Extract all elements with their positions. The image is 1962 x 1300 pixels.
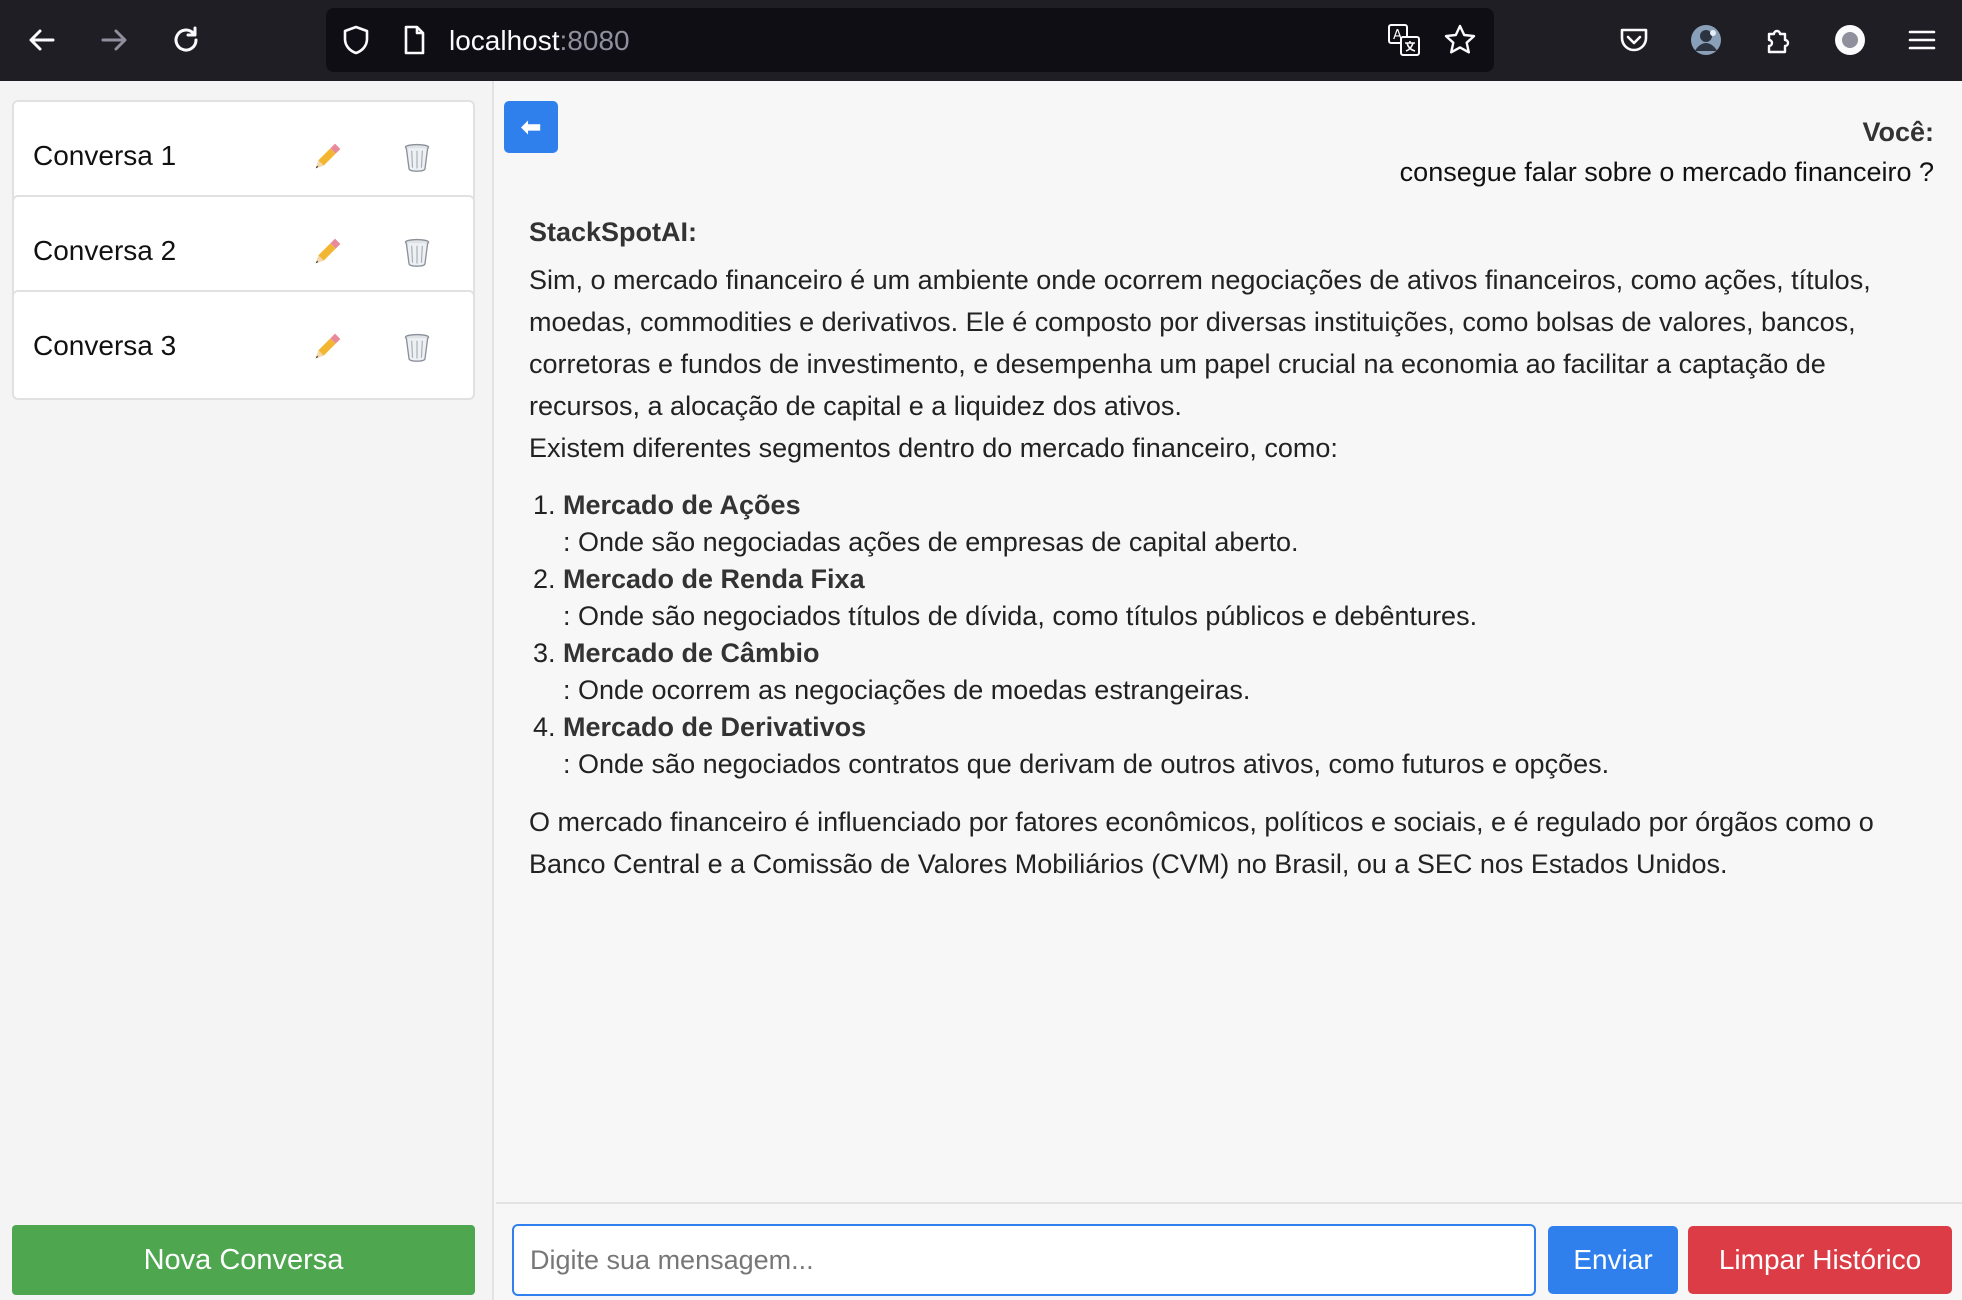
- edit-conversation-button[interactable]: [306, 326, 348, 368]
- trash-icon: [404, 333, 430, 362]
- conversation-item[interactable]: Conversa 1: [12, 100, 475, 210]
- star-icon[interactable]: [1442, 22, 1478, 58]
- segment-desc: : Onde são negociados contratos que deri…: [563, 749, 1610, 779]
- delete-conversation-button[interactable]: [396, 231, 438, 273]
- pocket-button[interactable]: [1616, 20, 1652, 60]
- conversation-label: Conversa 3: [33, 330, 177, 361]
- segment-term: Mercado de Ações: [563, 490, 801, 520]
- menu-button[interactable]: [1904, 20, 1940, 60]
- conversation-label: Conversa 1: [33, 140, 177, 171]
- arrow-left-icon: ⬅: [520, 113, 542, 141]
- user-label: Você:: [1862, 117, 1934, 147]
- back-button[interactable]: ⬅: [504, 101, 558, 153]
- segment-term: Mercado de Renda Fixa: [563, 564, 865, 594]
- url-port: :8080: [559, 25, 630, 56]
- profile-button[interactable]: [1688, 20, 1724, 60]
- delete-conversation-button[interactable]: [396, 136, 438, 178]
- page-icon[interactable]: [398, 24, 430, 56]
- avatar: [1691, 25, 1721, 55]
- segment-desc: : Onde ocorrem as negociações de moedas …: [563, 675, 1251, 705]
- hamburger-menu-icon: [1908, 30, 1936, 50]
- pencil-icon: [315, 333, 341, 359]
- trash-icon: [404, 238, 430, 267]
- record-button[interactable]: [1832, 20, 1868, 60]
- edit-conversation-button[interactable]: [306, 136, 348, 178]
- list-item: Mercado de Renda Fixa : Onde são negociad…: [563, 561, 1939, 635]
- new-conversation-button[interactable]: Nova Conversa: [12, 1225, 475, 1295]
- send-button[interactable]: Enviar: [1548, 1226, 1678, 1294]
- bot-intro: Sim, o mercado financeiro é um ambiente …: [529, 265, 1871, 421]
- segment-term: Mercado de Derivativos: [563, 712, 867, 742]
- segments-list: Mercado de Ações : Onde são negociadas aç…: [529, 487, 1939, 783]
- trash-icon: [404, 143, 430, 172]
- clear-history-button[interactable]: Limpar Histórico: [1688, 1226, 1952, 1294]
- conversation-item[interactable]: Conversa 3: [12, 290, 475, 400]
- pencil-icon: [315, 238, 341, 264]
- browser-back-button[interactable]: [20, 18, 64, 62]
- arrow-left-icon: [29, 29, 55, 51]
- bot-message: Sim, o mercado financeiro é um ambiente …: [529, 259, 1939, 885]
- reload-icon: [174, 26, 198, 52]
- browser-reload-button[interactable]: [164, 18, 208, 62]
- edit-conversation-button[interactable]: [306, 231, 348, 273]
- chat-panel: ⬅ Você: consegue falar sobre o mercado f…: [496, 81, 1962, 1202]
- browser-forward-button[interactable]: [92, 18, 136, 62]
- pocket-icon: [1620, 28, 1648, 52]
- segment-desc: : Onde são negociados títulos de dívida,…: [563, 601, 1478, 631]
- bot-label: StackSpotAI:: [529, 217, 698, 247]
- list-item: Mercado de Ações : Onde são negociadas aç…: [563, 487, 1939, 561]
- pencil-icon: [315, 143, 341, 169]
- conversation-item[interactable]: Conversa 2: [12, 195, 475, 305]
- conversation-label: Conversa 2: [33, 235, 177, 266]
- segment-term: Mercado de Câmbio: [563, 638, 820, 668]
- user-message: consegue falar sobre o mercado financeir…: [1399, 157, 1934, 187]
- record-icon: [1835, 25, 1865, 55]
- bot-conclusion: O mercado financeiro é influenciado por …: [529, 807, 1874, 879]
- browser-toolbar: localhost:8080 A: [0, 0, 1962, 81]
- sidebar: Conversa 1 Conversa 2 Conversa 3 Nova Co…: [0, 81, 494, 1300]
- url-text[interactable]: localhost:8080: [449, 26, 630, 56]
- arrow-right-icon: [101, 29, 127, 51]
- bot-segments-intro: Existem diferentes segmentos dentro do m…: [529, 433, 1338, 463]
- message-composer: Enviar Limpar Histórico: [496, 1202, 1962, 1300]
- url-bar[interactable]: localhost:8080 A: [326, 8, 1494, 72]
- delete-conversation-button[interactable]: [396, 326, 438, 368]
- translate-icon[interactable]: A: [1386, 22, 1422, 58]
- extensions-button[interactable]: [1760, 20, 1796, 60]
- list-item: Mercado de Derivativos : Onde são negocia…: [563, 709, 1939, 783]
- url-host: localhost: [449, 25, 560, 56]
- list-item: Mercado de Câmbio : Onde ocorrem as negoc…: [563, 635, 1939, 709]
- segment-desc: : Onde são negociadas ações de empresas …: [563, 527, 1299, 557]
- puzzle-icon: [1767, 29, 1790, 54]
- shield-icon[interactable]: [340, 24, 372, 56]
- message-input[interactable]: [512, 1224, 1536, 1296]
